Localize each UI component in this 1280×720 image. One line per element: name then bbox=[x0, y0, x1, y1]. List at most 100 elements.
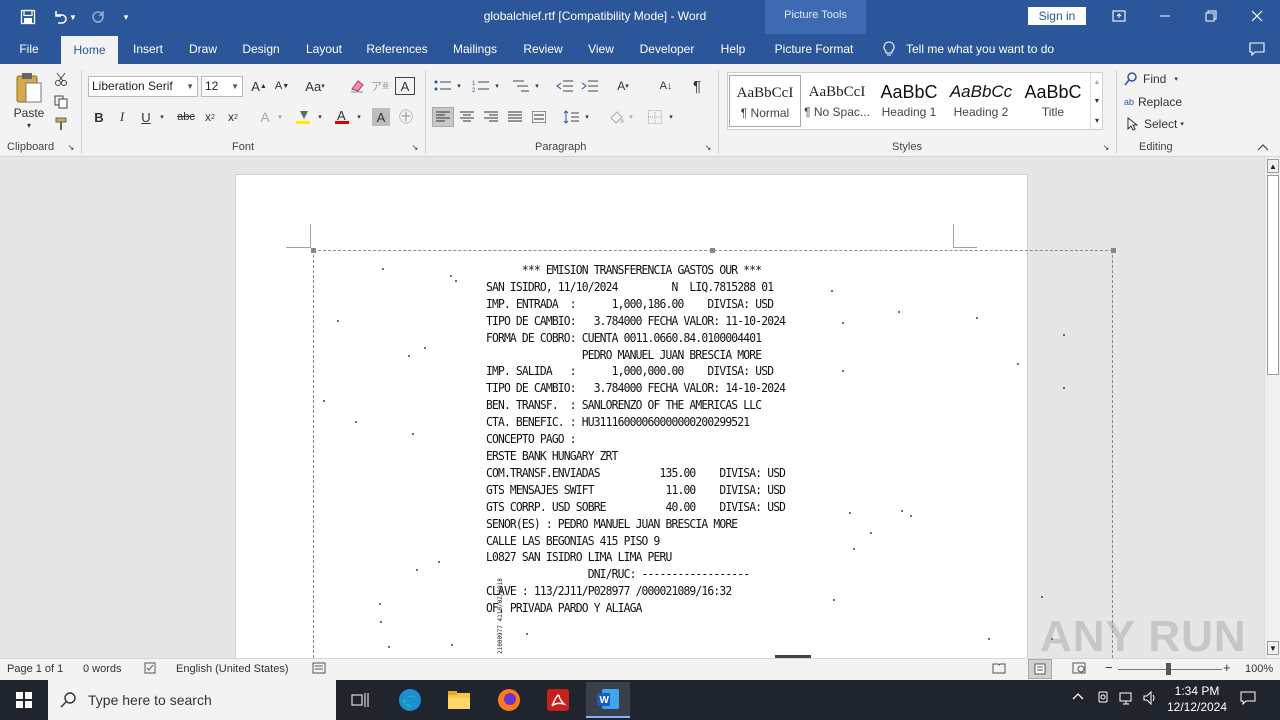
highlight-icon[interactable] bbox=[292, 108, 314, 126]
paste-dropdown-icon[interactable]: ▾ bbox=[22, 120, 36, 130]
align-center-icon[interactable] bbox=[457, 108, 477, 126]
styles-scroll-up-icon[interactable]: ▲ bbox=[1090, 73, 1103, 92]
web-layout-icon[interactable] bbox=[1072, 662, 1086, 677]
font-launcher-icon[interactable]: ↘ bbox=[410, 142, 420, 152]
resize-handle[interactable] bbox=[710, 248, 715, 253]
bullets-dropdown-icon[interactable]: ▾ bbox=[455, 77, 463, 95]
style-title[interactable]: AaBbC Title bbox=[1017, 75, 1089, 127]
find-button[interactable]: Find ▾ bbox=[1124, 70, 1194, 88]
line-spacing-icon[interactable] bbox=[560, 108, 582, 126]
style-heading-2[interactable]: AaBbCc Heading 2 bbox=[945, 75, 1017, 127]
page-count[interactable]: Page 1 of 1 bbox=[7, 663, 63, 675]
print-layout-icon[interactable] bbox=[1028, 659, 1052, 679]
tab-layout[interactable]: Layout bbox=[298, 34, 350, 64]
file-explorer-icon[interactable] bbox=[441, 684, 477, 716]
tab-design[interactable]: Design bbox=[236, 34, 286, 64]
word-count[interactable]: 0 words bbox=[83, 663, 122, 675]
multilevel-list-icon[interactable] bbox=[510, 77, 532, 95]
network-icon[interactable] bbox=[1118, 690, 1136, 709]
select-button[interactable]: Select ▾ bbox=[1126, 115, 1196, 133]
replace-button[interactable]: ab Replace bbox=[1124, 93, 1194, 111]
font-size-select[interactable]: 12 ▼ bbox=[201, 76, 243, 97]
tab-file[interactable]: File bbox=[8, 34, 50, 64]
font-color-icon[interactable]: A bbox=[331, 108, 353, 126]
zoom-in-icon[interactable]: + bbox=[1223, 660, 1231, 675]
line-spacing-dropdown-icon[interactable]: ▾ bbox=[583, 108, 591, 126]
styles-launcher-icon[interactable]: ↘ bbox=[1101, 142, 1111, 152]
tab-home[interactable]: Home bbox=[61, 36, 118, 64]
tab-insert[interactable]: Insert bbox=[125, 34, 171, 64]
style-no-spacing[interactable]: AaBbCcI ¶ No Spac... bbox=[801, 75, 873, 127]
paste-button[interactable]: Paste bbox=[8, 106, 50, 120]
justify-icon[interactable] bbox=[505, 108, 525, 126]
paste-icon[interactable] bbox=[12, 70, 46, 106]
windows-start-icon[interactable] bbox=[6, 684, 42, 716]
increase-indent-icon[interactable] bbox=[580, 77, 600, 95]
zoom-slider-thumb[interactable] bbox=[1166, 663, 1171, 675]
character-shading-icon[interactable]: A bbox=[372, 108, 390, 126]
sign-in-button[interactable]: Sign in bbox=[1028, 7, 1086, 25]
style-normal[interactable]: AaBbCcI ¶ Normal bbox=[729, 75, 801, 127]
sort-icon[interactable]: A↓ bbox=[656, 77, 676, 95]
bullets-icon[interactable] bbox=[432, 77, 454, 95]
styles-more-icon[interactable]: ▾ bbox=[1090, 111, 1103, 129]
text-effects-icon[interactable]: A bbox=[255, 108, 275, 126]
underline-dropdown-icon[interactable]: ▾ bbox=[157, 108, 167, 126]
scroll-thumb[interactable] bbox=[1267, 175, 1279, 375]
align-left-icon[interactable] bbox=[432, 107, 454, 127]
asian-layout-icon[interactable]: A ▾ bbox=[612, 77, 634, 95]
numbering-dropdown-icon[interactable]: ▾ bbox=[493, 77, 501, 95]
zoom-level[interactable]: 100% bbox=[1245, 663, 1273, 675]
proofing-icon[interactable] bbox=[144, 662, 158, 677]
tab-view[interactable]: View bbox=[580, 34, 622, 64]
subscript-icon[interactable]: x2 bbox=[201, 108, 219, 126]
collapse-ribbon-icon[interactable] bbox=[1256, 141, 1270, 153]
borders-icon[interactable] bbox=[645, 108, 665, 126]
clear-formatting-icon[interactable] bbox=[347, 77, 367, 95]
tab-references[interactable]: References bbox=[362, 34, 432, 64]
text-effects-dropdown-icon[interactable]: ▾ bbox=[276, 108, 284, 126]
clipboard-launcher-icon[interactable]: ↘ bbox=[66, 142, 76, 152]
language[interactable]: English (United States) bbox=[176, 663, 289, 675]
distributed-icon[interactable] bbox=[529, 108, 549, 126]
grow-font-icon[interactable]: A ▲ bbox=[250, 77, 268, 95]
tab-mailings[interactable]: Mailings bbox=[446, 34, 504, 64]
shading-icon[interactable] bbox=[606, 108, 626, 126]
vertical-scrollbar[interactable]: ▲ ▼ bbox=[1264, 157, 1280, 658]
accessibility-icon[interactable] bbox=[312, 662, 326, 677]
change-case-icon[interactable]: Aa ▾ bbox=[301, 77, 329, 95]
comments-icon[interactable] bbox=[1244, 34, 1270, 64]
superscript-icon[interactable]: x2 bbox=[224, 108, 242, 126]
strikethrough-icon[interactable]: abc bbox=[175, 108, 197, 126]
ribbon-display-options-icon[interactable] bbox=[1096, 0, 1142, 32]
multilevel-dropdown-icon[interactable]: ▾ bbox=[533, 77, 541, 95]
bold-icon[interactable]: B bbox=[90, 108, 108, 126]
enclose-characters-icon[interactable]: ㊉ bbox=[396, 108, 416, 126]
tab-developer[interactable]: Developer bbox=[632, 34, 702, 64]
word-taskbar-icon[interactable]: W bbox=[586, 682, 630, 718]
zoom-out-icon[interactable]: − bbox=[1105, 660, 1113, 675]
acrobat-icon[interactable] bbox=[540, 684, 576, 716]
underline-icon[interactable]: U bbox=[136, 108, 156, 126]
close-icon[interactable] bbox=[1234, 0, 1280, 32]
styles-scroll-down-icon[interactable]: ▼ bbox=[1090, 92, 1103, 111]
meet-now-icon[interactable] bbox=[1095, 690, 1111, 709]
numbering-icon[interactable]: 12 bbox=[470, 77, 492, 95]
shrink-font-icon[interactable]: A ▼ bbox=[273, 77, 291, 95]
tab-picture-format[interactable]: Picture Format bbox=[768, 34, 860, 64]
decrease-indent-icon[interactable] bbox=[555, 77, 575, 95]
paragraph-launcher-icon[interactable]: ↘ bbox=[703, 142, 713, 152]
minimize-icon[interactable] bbox=[1142, 0, 1188, 32]
format-painter-icon[interactable] bbox=[52, 115, 70, 133]
firefox-icon[interactable] bbox=[491, 684, 527, 716]
tab-draw[interactable]: Draw bbox=[180, 34, 226, 64]
taskbar-search[interactable]: Type here to search bbox=[48, 680, 336, 720]
read-mode-icon[interactable] bbox=[992, 662, 1006, 677]
volume-icon[interactable] bbox=[1141, 690, 1159, 709]
italic-icon[interactable]: I bbox=[113, 108, 131, 126]
phonetic-guide-icon[interactable]: ア亜 bbox=[370, 77, 390, 95]
align-right-icon[interactable] bbox=[481, 108, 501, 126]
resize-handle[interactable] bbox=[311, 248, 316, 253]
tell-me-search[interactable]: Tell me what you want to do bbox=[906, 34, 1066, 64]
character-border-icon[interactable]: A bbox=[395, 77, 415, 95]
